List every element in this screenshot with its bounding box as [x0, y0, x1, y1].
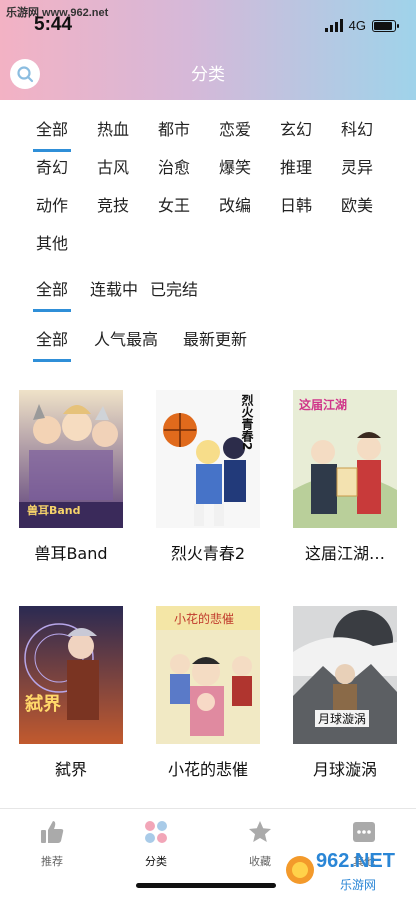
page-title: 分类: [191, 65, 225, 85]
comic-card[interactable]: 兽耳Band 兽耳Band: [19, 390, 123, 564]
filter-genre-dushi[interactable]: 都市: [158, 116, 190, 140]
filter-status-all[interactable]: 全部: [32, 276, 72, 312]
tab-recommend-label: 推荐: [41, 855, 63, 868]
tab-recommend[interactable]: 推荐: [22, 819, 82, 869]
brand-logo-subtext: 乐游网: [340, 878, 377, 892]
filter-genre-rihan[interactable]: 日韩: [280, 192, 312, 216]
comic-cover-text: 烈火青春2: [240, 394, 254, 451]
filter-genre-jingji[interactable]: 竞技: [97, 192, 129, 216]
filter-genre-gufeng[interactable]: 古风: [97, 154, 129, 178]
comic-card[interactable]: 月球漩涡 月球漩涡: [293, 606, 397, 780]
filter-genre-all[interactable]: 全部: [32, 116, 72, 152]
filter-status-ongoing[interactable]: 连载中: [90, 276, 138, 300]
battery-level: [374, 21, 392, 30]
filter-genre-dongzuo[interactable]: 动作: [36, 192, 68, 216]
brand-logo-text: 962.NET: [316, 850, 395, 872]
comic-cover-text: 弑界: [25, 694, 61, 715]
filter-genre-lingyi[interactable]: 灵异: [341, 154, 373, 178]
comic-card[interactable]: 这届江湖 这届江湖…: [293, 390, 397, 564]
filter-genre-qihuan[interactable]: 奇幻: [36, 154, 68, 178]
filter-genre-qita[interactable]: 其他: [36, 230, 68, 254]
tab-category[interactable]: 分类: [126, 819, 186, 869]
more-icon: [353, 822, 375, 842]
comic-cover: 小花的悲催: [156, 606, 260, 744]
comic-cover-text: 小花的悲催: [174, 612, 235, 626]
star-icon: [249, 821, 271, 842]
comic-cover: 烈火青春2: [156, 390, 260, 528]
battery-icon: [372, 19, 399, 32]
comic-title: 弑界: [54, 760, 87, 779]
tab-favorites-label: 收藏: [249, 855, 271, 868]
filter-sort-all[interactable]: 全部: [32, 326, 72, 362]
filter-genre-kehuan[interactable]: 科幻: [341, 116, 373, 140]
tab-category-label: 分类: [145, 855, 167, 868]
comic-cover: 月球漩涡: [293, 606, 397, 744]
category-grid-icon: [145, 821, 167, 843]
comic-cover: 弑界: [19, 606, 123, 744]
status-time: 5:44: [34, 14, 73, 35]
comic-cover-text: 兽耳Band: [27, 504, 81, 517]
filter-genre-lianai[interactable]: 恋爱: [219, 116, 251, 140]
comic-cover-text: 这届江湖: [299, 398, 348, 412]
filter-genre-gaibian[interactable]: 改编: [219, 192, 251, 216]
filter-genre-xuanhuan[interactable]: 玄幻: [280, 116, 312, 140]
filter-genre-nvwang[interactable]: 女王: [158, 192, 190, 216]
filter-status-finished[interactable]: 已完结: [150, 276, 198, 300]
comic-cover-text: 月球漩涡: [315, 710, 370, 727]
filter-sort-popular[interactable]: 人气最高: [94, 326, 158, 350]
network-type: 4G: [348, 18, 366, 33]
filter-genre-tuili[interactable]: 推理: [280, 154, 312, 178]
filter-sort-latest[interactable]: 最新更新: [183, 326, 247, 350]
comic-card[interactable]: 烈火青春2 烈火青春2: [156, 390, 260, 564]
comic-card[interactable]: 弑界 弑界: [19, 606, 123, 780]
comic-title: 兽耳Band: [34, 544, 108, 563]
comic-cover: 这届江湖: [293, 390, 397, 528]
comic-cover: 兽耳Band: [19, 390, 123, 528]
filter-genre-zhiyu[interactable]: 治愈: [158, 154, 190, 178]
comic-title: 这届江湖…: [304, 544, 385, 563]
filter-genre-rexue[interactable]: 热血: [97, 116, 129, 140]
header-bar: 乐游网 www.962.net 5:44 4G 分类: [0, 0, 416, 100]
brand-logo: 962.NET 乐游网: [282, 846, 410, 896]
filter-genre-baoxiao[interactable]: 爆笑: [219, 154, 251, 178]
comic-title: 烈火青春2: [170, 544, 246, 563]
filter-genre-oumei[interactable]: 欧美: [341, 192, 373, 216]
tab-favorites[interactable]: 收藏: [230, 819, 290, 869]
signal-icon: [324, 19, 343, 32]
comic-card[interactable]: 小花的悲催 小花的悲催: [156, 606, 260, 780]
thumbs-up-icon: [41, 821, 64, 843]
comic-title: 月球漩涡: [312, 760, 377, 779]
home-indicator[interactable]: [136, 883, 276, 888]
comic-title: 小花的悲催: [167, 760, 248, 779]
status-indicators: 4G: [324, 18, 399, 33]
